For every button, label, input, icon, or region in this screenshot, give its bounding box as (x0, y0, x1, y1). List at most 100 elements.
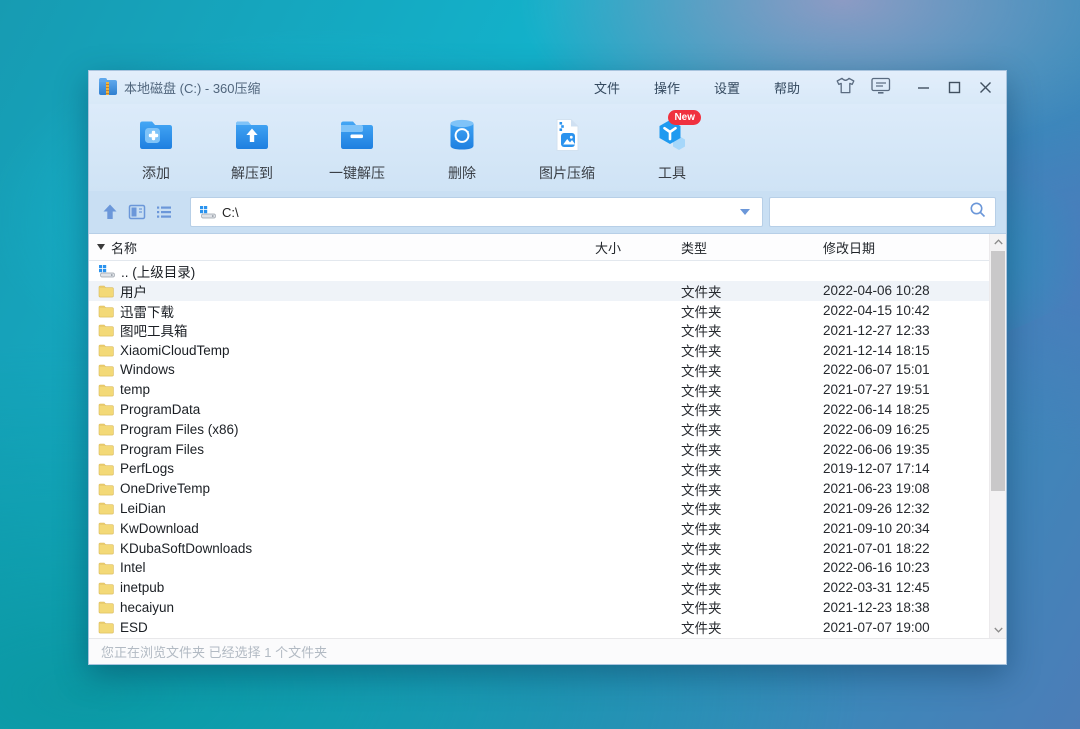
file-row[interactable]: OneDriveTemp 文件夹 2021-06-23 19:08 (89, 479, 989, 499)
maximize-button[interactable] (948, 81, 961, 94)
file-row[interactable]: Program Files 文件夹 2022-06-06 19:35 (89, 439, 989, 459)
row-name: Windows (120, 362, 175, 377)
sort-desc-icon (97, 244, 105, 250)
menubar: 文件 操作 设置 帮助 (594, 78, 800, 97)
file-row[interactable]: ProgramData 文件夹 2022-06-14 18:25 (89, 400, 989, 420)
tools-button[interactable]: New 工具 (633, 114, 711, 183)
file-row[interactable]: 用户 文件夹 2022-04-06 10:28 (89, 281, 989, 301)
file-row[interactable]: hecaiyun 文件夹 2021-12-23 18:38 (89, 598, 989, 618)
column-header-date[interactable]: 修改日期 (823, 238, 969, 257)
skin-shirt-icon[interactable] (836, 77, 855, 99)
delete-button[interactable]: 删除 (423, 114, 501, 183)
file-row[interactable]: KwDownload 文件夹 2021-09-10 20:34 (89, 518, 989, 538)
row-date: 2021-07-27 19:51 (823, 382, 969, 397)
file-row[interactable]: Intel 文件夹 2022-06-16 10:23 (89, 558, 989, 578)
file-row[interactable]: ESD 文件夹 2021-07-07 19:00 (89, 617, 989, 637)
folder-icon (98, 442, 114, 456)
folder-icon (98, 561, 114, 575)
row-name: KDubaSoftDownloads (120, 541, 252, 556)
chevron-down-icon[interactable] (740, 209, 750, 215)
row-type: 文件夹 (681, 617, 823, 637)
row-name: Program Files (120, 442, 204, 457)
file-row[interactable]: LeiDian 文件夹 2021-09-26 12:32 (89, 499, 989, 519)
scroll-up-icon[interactable] (990, 234, 1006, 250)
titlebar[interactable]: 本地磁盘 (C:) - 360压缩 文件 操作 设置 帮助 (89, 71, 1006, 104)
folder-icon (98, 323, 114, 337)
toolbar-label: 工具 (658, 163, 686, 183)
menu-actions[interactable]: 操作 (654, 78, 680, 97)
row-name: .. (上级目录) (121, 261, 195, 281)
folder-icon (98, 402, 114, 416)
app-logo-icon (99, 80, 117, 95)
parent-directory-row[interactable]: .. (上级目录) (89, 261, 989, 281)
folder-icon (98, 284, 114, 298)
row-date: 2021-12-23 18:38 (823, 600, 969, 615)
image-compress-button[interactable]: 图片压缩 (519, 114, 615, 183)
file-row[interactable]: 图吧工具箱 文件夹 2021-12-27 12:33 (89, 320, 989, 340)
extract-to-icon (232, 117, 272, 158)
list-header: 名称 大小 类型 修改日期 (89, 234, 989, 261)
column-header-size[interactable]: 大小 (595, 238, 681, 257)
list-view-icon[interactable] (155, 203, 173, 221)
file-row[interactable]: XiaomiCloudTemp 文件夹 2021-12-14 18:15 (89, 340, 989, 360)
status-text: 您正在浏览文件夹 已经选择 1 个文件夹 (101, 642, 327, 661)
drive-icon (98, 264, 115, 278)
row-date: 2022-06-09 16:25 (823, 422, 969, 437)
add-button[interactable]: 添加 (117, 114, 195, 183)
address-combobox[interactable]: C:\ (190, 197, 763, 227)
row-type: 文件夹 (681, 538, 823, 558)
row-type: 文件夹 (681, 320, 823, 340)
file-row[interactable]: KDubaSoftDownloads 文件夹 2021-07-01 18:22 (89, 538, 989, 558)
column-header-type[interactable]: 类型 (681, 238, 823, 257)
file-row[interactable]: temp 文件夹 2021-07-27 19:51 (89, 380, 989, 400)
file-row[interactable]: inetpub 文件夹 2022-03-31 12:45 (89, 578, 989, 598)
file-row[interactable]: Windows 文件夹 2022-06-07 15:01 (89, 360, 989, 380)
row-date: 2022-06-14 18:25 (823, 402, 969, 417)
row-name: 迅雷下载 (120, 301, 174, 321)
folder-icon (98, 363, 114, 377)
file-row[interactable]: PerfLogs 文件夹 2019-12-07 17:14 (89, 459, 989, 479)
up-icon[interactable] (101, 203, 119, 221)
row-date: 2021-12-14 18:15 (823, 343, 969, 358)
folder-icon (98, 343, 114, 357)
scrollbar[interactable] (989, 234, 1006, 638)
minimize-button[interactable] (917, 81, 930, 94)
file-list-panel: 名称 大小 类型 修改日期 .. (上级目录) 用户 (89, 233, 1006, 638)
one-click-extract-icon (337, 117, 377, 158)
file-row[interactable]: 迅雷下载 文件夹 2022-04-15 10:42 (89, 301, 989, 321)
file-row[interactable]: Program Files (x86) 文件夹 2022-06-09 16:25 (89, 419, 989, 439)
close-button[interactable] (979, 81, 992, 94)
row-type: 文件夹 (681, 479, 823, 499)
folder-icon (98, 482, 114, 496)
row-name: Intel (120, 560, 146, 575)
folder-icon (98, 383, 114, 397)
image-compress-icon (547, 117, 587, 158)
search-input[interactable] (769, 197, 996, 227)
menu-help[interactable]: 帮助 (774, 78, 800, 97)
menu-file[interactable]: 文件 (594, 78, 620, 97)
new-badge: New (668, 110, 701, 125)
folder-icon (98, 581, 114, 595)
row-date: 2022-06-06 19:35 (823, 442, 969, 457)
row-name: KwDownload (120, 521, 199, 536)
extract-to-button[interactable]: 解压到 (213, 114, 291, 183)
drive-icon (199, 205, 216, 219)
menu-settings[interactable]: 设置 (714, 78, 740, 97)
folder-icon (98, 304, 114, 318)
toolbar-label: 删除 (448, 163, 476, 183)
scrollbar-thumb[interactable] (991, 251, 1005, 491)
row-type: 文件夹 (681, 419, 823, 439)
panel-view-icon[interactable] (128, 203, 146, 221)
folder-icon (98, 501, 114, 515)
scroll-down-icon[interactable] (990, 622, 1006, 638)
address-path[interactable]: C:\ (222, 205, 740, 220)
row-date: 2021-07-07 19:00 (823, 620, 969, 635)
search-icon[interactable] (969, 201, 987, 224)
toolbar-label: 一键解压 (329, 163, 385, 183)
column-header-name[interactable]: 名称 (89, 238, 595, 257)
feedback-icon[interactable] (871, 77, 891, 99)
row-name: hecaiyun (120, 600, 174, 615)
one-click-extract-button[interactable]: 一键解压 (309, 114, 405, 183)
statusbar: 您正在浏览文件夹 已经选择 1 个文件夹 (89, 638, 1006, 664)
folder-icon (98, 600, 114, 614)
